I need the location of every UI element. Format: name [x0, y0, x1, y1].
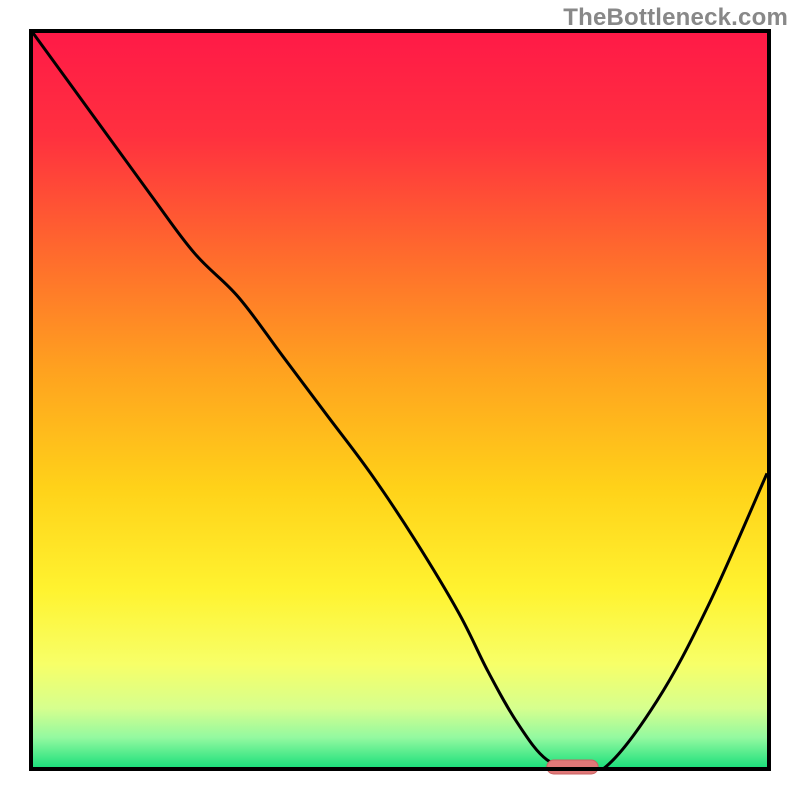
gradient-background — [33, 33, 767, 767]
chart-frame: TheBottleneck.com — [0, 0, 800, 800]
watermark-text: TheBottleneck.com — [563, 4, 788, 32]
bottleneck-chart — [0, 0, 800, 800]
